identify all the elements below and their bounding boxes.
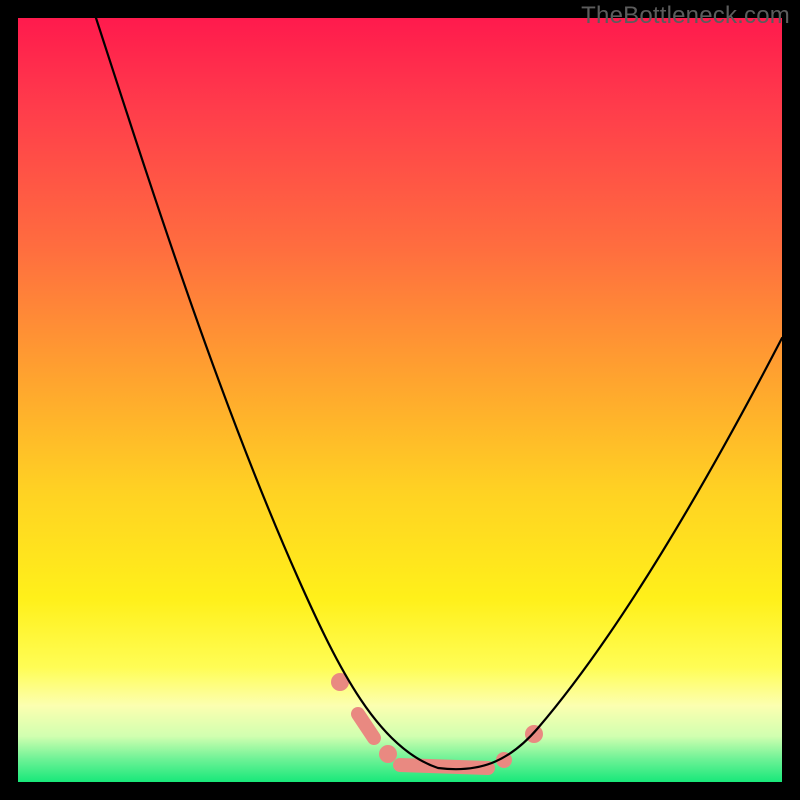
marker-pill — [358, 714, 374, 738]
watermark-text: TheBottleneck.com — [581, 2, 790, 30]
marker-dot — [379, 745, 397, 763]
curve-layer — [18, 18, 782, 782]
chart-frame: TheBottleneck.com — [0, 0, 800, 800]
bottleneck-curve — [96, 18, 782, 769]
